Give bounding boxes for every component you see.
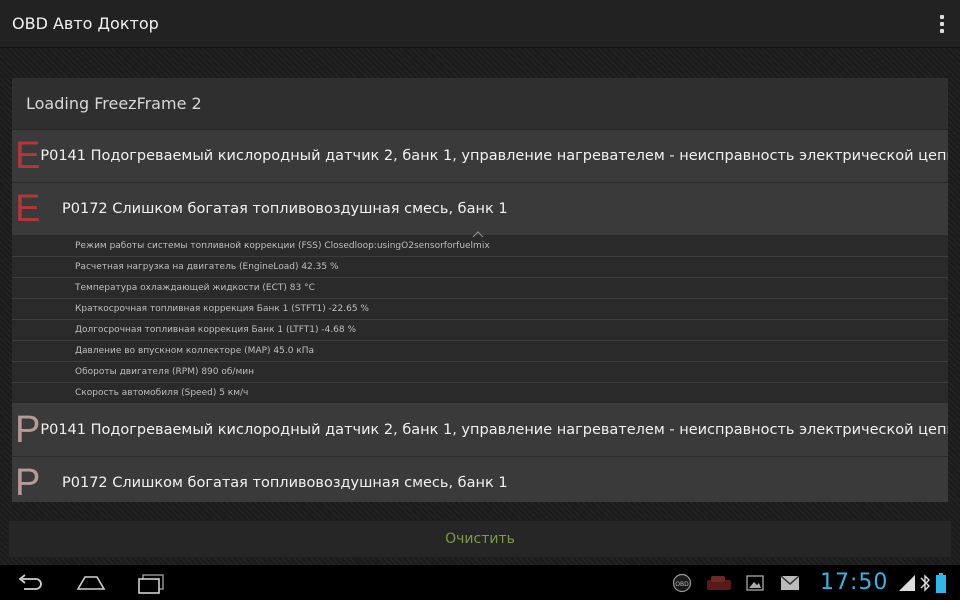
system-bar: OBD 17:50	[0, 565, 960, 600]
chevron-up-icon[interactable]	[472, 230, 484, 238]
freeze-frame-details: Режим работы системы топливной коррекции…	[12, 236, 948, 404]
dtc-type-letter: P	[15, 409, 41, 451]
panel-title: Loading FreezFrame 2	[12, 78, 948, 130]
dtc-type-letter: E	[15, 135, 41, 177]
back-icon[interactable]	[16, 573, 44, 593]
detail-row: Режим работы системы топливной коррекции…	[12, 236, 948, 257]
gallery-icon	[746, 575, 764, 591]
detail-row: Давление во впускном коллекторе (MAP) 45…	[12, 341, 948, 362]
dtc-row[interactable]: P P0141 Подогреваемый кислородный датчик…	[12, 404, 948, 457]
dtc-type-letter: E	[15, 188, 41, 230]
wifi-icon	[899, 575, 915, 591]
obd-badge-text: OBD	[675, 581, 689, 588]
detail-row: Краткосрочная топливная коррекция Банк 1…	[12, 299, 948, 320]
gmail-icon	[780, 575, 800, 590]
dtc-row[interactable]: E P0141 Подогреваемый кислородный датчик…	[12, 130, 948, 183]
clock: 17:50	[820, 570, 889, 595]
car-icon	[707, 576, 731, 590]
clear-button[interactable]: Очистить	[8, 520, 952, 558]
home-icon[interactable]	[76, 573, 106, 593]
action-bar: OBD Авто Доктор	[0, 0, 960, 48]
dtc-text: P0141 Подогреваемый кислородный датчик 2…	[40, 422, 948, 438]
detail-row: Скорость автомобиля (Speed) 5 км/ч	[12, 383, 948, 404]
dtc-text: P0141 Подогреваемый кислородный датчик 2…	[40, 148, 948, 164]
battery-icon	[936, 573, 946, 593]
detail-row: Температура охлаждающей жидкости (ECT) 8…	[12, 278, 948, 299]
dtc-text: P0172 Слишком богатая топливовоздушная с…	[62, 201, 508, 217]
bluetooth-icon	[920, 574, 930, 592]
obd-icon: OBD	[672, 573, 692, 593]
detail-row: Обороты двигателя (RPM) 890 об/мин	[12, 362, 948, 383]
app-title: OBD Авто Доктор	[12, 14, 159, 33]
detail-row: Долгосрочная топливная коррекция Банк 1 …	[12, 320, 948, 341]
dtc-row[interactable]: P P0172 Слишком богатая топливовоздушная…	[12, 457, 948, 502]
dtc-row-expanded[interactable]: E P0172 Слишком богатая топливовоздушная…	[12, 183, 948, 238]
dtc-text: P0172 Слишком богатая топливовоздушная с…	[62, 475, 508, 491]
dtc-type-letter: P	[15, 462, 41, 502]
detail-row: Расчетная нагрузка на двигатель (EngineL…	[12, 257, 948, 278]
freeze-frame-panel: Loading FreezFrame 2 E P0141 Подогреваем…	[12, 78, 948, 502]
overflow-menu-icon[interactable]	[932, 12, 952, 36]
recent-apps-icon[interactable]	[136, 573, 166, 595]
